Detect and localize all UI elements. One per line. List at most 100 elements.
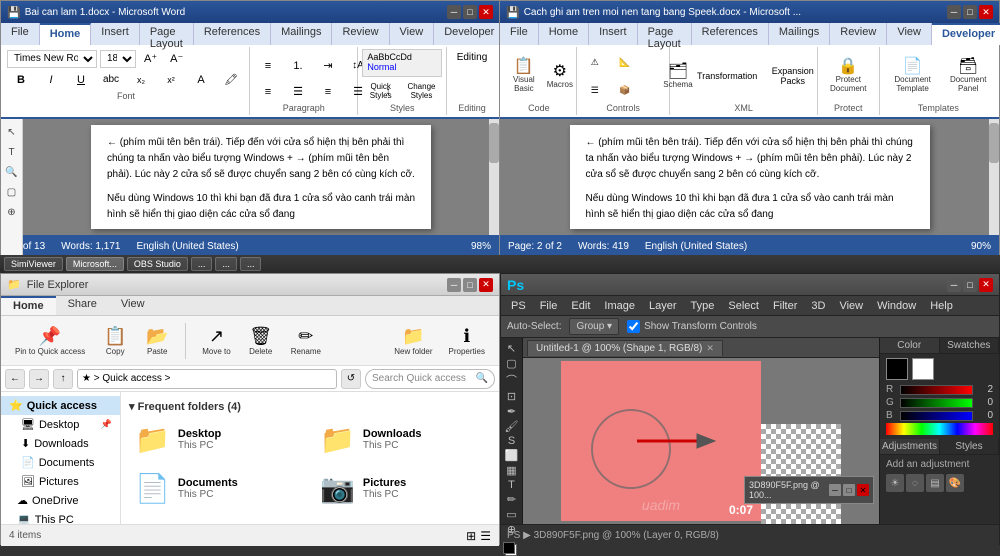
ps-close-btn[interactable]: ✕: [979, 278, 993, 292]
explorer-forward-btn[interactable]: →: [29, 369, 49, 389]
sidebar-item-onedrive[interactable]: ☁ OneDrive: [1, 491, 120, 510]
word1-tool-cursor[interactable]: ↖: [3, 123, 21, 141]
word1-tool-zoom[interactable]: ⊕: [3, 203, 21, 221]
word1-underline-btn[interactable]: U: [67, 71, 95, 89]
explorer-up-btn[interactable]: ↑: [53, 369, 73, 389]
explorer-rename-btn[interactable]: ✏ Rename: [285, 324, 327, 358]
explorer-maximize-btn[interactable]: □: [463, 278, 477, 292]
ps-tab-close-icon[interactable]: ✕: [706, 343, 714, 354]
explorer-minimize-btn[interactable]: ─: [447, 278, 461, 292]
word1-italic-btn[interactable]: I: [37, 71, 65, 89]
word2-tab-home[interactable]: Home: [539, 23, 589, 45]
folder-item-documents[interactable]: 📄 Documents This PC: [129, 468, 306, 509]
word1-tab-view[interactable]: View: [390, 23, 435, 45]
word1-font-name-select[interactable]: Times New Roman: [7, 50, 97, 68]
word1-subscript-btn[interactable]: x₂: [127, 72, 155, 88]
ps-tool-move[interactable]: ↖: [503, 342, 521, 355]
ps-spectrum-bar[interactable]: [886, 423, 993, 435]
explorer-tab-share[interactable]: Share: [56, 296, 109, 315]
ps-levels-btn[interactable]: ▤: [926, 474, 944, 492]
word2-scrollbar[interactable]: [989, 119, 999, 235]
word2-transformation-btn[interactable]: Transformation: [697, 68, 757, 84]
ps-tool-gradient[interactable]: ▦: [503, 464, 521, 477]
word1-align-right-btn[interactable]: ≡: [314, 83, 342, 101]
ps-doc-tab[interactable]: Untitled-1 @ 100% (Shape 1, RGB/8) ✕: [527, 340, 723, 356]
word2-tab-view[interactable]: View: [887, 23, 932, 45]
word2-visual-basic-btn[interactable]: 📋 Visual Basic: [504, 56, 544, 96]
ps-green-bar[interactable]: [900, 398, 973, 408]
word1-tab-file[interactable]: File: [1, 23, 40, 45]
ps-brightness-btn[interactable]: ☀: [886, 474, 904, 492]
explorer-back-btn[interactable]: ←: [5, 369, 25, 389]
word2-protect-btn[interactable]: 🔒 Protect Document: [822, 56, 875, 96]
word1-indent-btn[interactable]: ⇥: [314, 56, 342, 75]
ps-tool-shape[interactable]: ▭: [503, 508, 521, 521]
sidebar-item-downloads[interactable]: ⬇ Downloads: [1, 434, 120, 453]
word2-design-btn[interactable]: 📐: [611, 54, 639, 71]
explorer-delete-btn[interactable]: 🗑 Delete: [243, 324, 279, 358]
taskbar-item-microsoft[interactable]: Microsoft...: [66, 257, 124, 271]
ps-tool-clone[interactable]: S: [503, 435, 521, 447]
word1-tab-pagelayout[interactable]: Page Layout: [140, 23, 194, 45]
ps-red-bar[interactable]: [900, 385, 973, 395]
word2-tab-mailings[interactable]: Mailings: [769, 23, 830, 45]
word1-minimize-btn[interactable]: ─: [447, 5, 461, 19]
word2-tab-file[interactable]: File: [500, 23, 539, 45]
ps-popup-maximize-btn[interactable]: □: [843, 484, 855, 496]
ps-tool-eyedropper[interactable]: ✒: [503, 405, 521, 418]
word2-macros-btn[interactable]: ⚙ Macros: [546, 61, 574, 92]
ps-tool-pen[interactable]: ✏: [503, 493, 521, 506]
word1-tab-references[interactable]: References: [194, 23, 271, 45]
word1-bold-btn[interactable]: B: [7, 71, 35, 89]
word1-numbering-btn[interactable]: 1.: [284, 57, 312, 75]
ps-menu-layer[interactable]: Layer: [643, 298, 683, 314]
explorer-grid-view-btn[interactable]: ⊞: [466, 529, 476, 543]
word1-editing-btn[interactable]: Editing: [452, 49, 493, 66]
folder-item-desktop[interactable]: 📁 Desktop This PC: [129, 419, 306, 460]
word1-font-size-select[interactable]: 18: [100, 50, 136, 68]
word1-tab-review[interactable]: Review: [332, 23, 389, 45]
word2-close-btn[interactable]: ✕: [979, 5, 993, 19]
ps-tool-text[interactable]: T: [503, 479, 521, 491]
word2-doc-template-btn[interactable]: 📄 Document Template: [884, 56, 942, 96]
ps-minimize-btn[interactable]: ─: [947, 278, 961, 292]
explorer-list-view-btn[interactable]: ☰: [480, 529, 491, 543]
explorer-address-bar[interactable]: ★ > Quick access >: [77, 369, 337, 389]
ps-maximize-btn[interactable]: □: [963, 278, 977, 292]
explorer-close-btn[interactable]: ✕: [479, 278, 493, 292]
ps-fg-color[interactable]: [503, 542, 515, 554]
word1-tool-shapes[interactable]: ▢: [3, 183, 21, 201]
ps-hue-sat-btn[interactable]: 🎨: [946, 474, 964, 492]
ps-blue-bar[interactable]: [900, 411, 973, 421]
explorer-move-btn[interactable]: ↗ Move to: [196, 324, 236, 358]
ps-swatches-tab[interactable]: Swatches: [940, 338, 1000, 353]
word2-group-btn[interactable]: 📦: [611, 82, 639, 99]
word1-strikethrough-btn[interactable]: abc: [97, 71, 125, 88]
ps-menu-file[interactable]: File: [534, 298, 564, 314]
ps-menu-window[interactable]: Window: [871, 298, 922, 314]
ps-menu-edit[interactable]: Edit: [565, 298, 596, 314]
word2-tab-review[interactable]: Review: [830, 23, 887, 45]
sidebar-item-documents[interactable]: 📄 Documents: [1, 453, 120, 472]
folder-item-pictures[interactable]: 📷 Pictures This PC: [314, 468, 491, 509]
word1-maximize-btn[interactable]: □: [463, 5, 477, 19]
word2-tab-insert[interactable]: Insert: [589, 23, 638, 45]
word1-grow-btn[interactable]: A⁺: [139, 49, 162, 68]
ps-popup-minimize-btn[interactable]: ─: [829, 484, 841, 496]
sidebar-item-quick-access[interactable]: ⭐ Quick access: [1, 396, 120, 415]
taskbar-item-obs[interactable]: OBS Studio: [127, 257, 188, 271]
explorer-tab-view[interactable]: View: [109, 296, 157, 315]
word1-close-btn[interactable]: ✕: [479, 5, 493, 19]
word2-tab-developer[interactable]: Developer: [932, 23, 1000, 45]
ps-menu-filter[interactable]: Filter: [767, 298, 803, 314]
word2-expansion-btn[interactable]: Expansion Packs: [759, 63, 826, 89]
word2-tab-pagelayout[interactable]: Page Layout: [638, 23, 692, 45]
explorer-tab-home[interactable]: Home: [1, 296, 56, 315]
word1-tool-text[interactable]: T: [3, 143, 21, 161]
explorer-newfolder-btn[interactable]: 📁 New folder: [388, 324, 438, 358]
word1-quick-styles-btn[interactable]: Quick Styles: [362, 79, 399, 103]
ps-popup-close-btn[interactable]: ✕: [857, 484, 869, 496]
sidebar-item-desktop[interactable]: 🖥 Desktop 📌: [1, 415, 120, 434]
ps-transform-checkbox[interactable]: [627, 320, 640, 333]
word2-maximize-btn[interactable]: □: [963, 5, 977, 19]
